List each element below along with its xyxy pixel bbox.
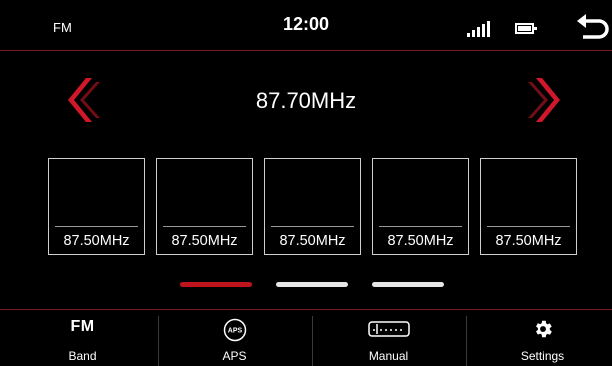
manual-tune-icon — [312, 318, 465, 345]
preset-button[interactable]: 87.50MHz — [156, 158, 253, 255]
svg-text:APS: APS — [227, 328, 242, 335]
preset-button[interactable]: 87.50MHz — [372, 158, 469, 255]
page-indicator[interactable] — [372, 282, 444, 287]
gear-icon — [466, 318, 612, 345]
band-label: Band — [68, 349, 97, 363]
preset-button[interactable]: 87.50MHz — [264, 158, 361, 255]
current-frequency: 87.70MHz — [255, 88, 357, 113]
preset-label: 87.50MHz — [279, 233, 346, 249]
aps-label: APS — [222, 349, 247, 363]
fm-icon: FM — [70, 318, 95, 335]
back-icon[interactable] — [575, 14, 609, 44]
aps-button[interactable]: APS APS — [158, 310, 311, 366]
bottom-bar: FM Band APS APS Manual Settings — [0, 309, 612, 366]
aps-icon: APS — [158, 318, 311, 347]
preset-label: 87.50MHz — [63, 233, 130, 249]
preset-button[interactable]: 87.50MHz — [480, 158, 577, 255]
preset-button[interactable]: 87.50MHz — [48, 158, 145, 255]
preset-label: 87.50MHz — [495, 233, 562, 249]
preset-label: 87.50MHz — [171, 233, 238, 249]
band-button[interactable]: FM Band — [6, 310, 159, 366]
settings-button[interactable]: Settings — [466, 310, 612, 366]
manual-button[interactable]: Manual — [312, 310, 465, 366]
signal-icon — [467, 21, 493, 37]
battery-icon — [515, 23, 537, 34]
chevron-right-icon[interactable] — [524, 78, 564, 122]
preset-label: 87.50MHz — [387, 233, 454, 249]
manual-label: Manual — [368, 349, 409, 363]
status-bar: FM 12:00 — [0, 0, 612, 51]
page-indicator[interactable] — [276, 282, 348, 287]
page-indicator[interactable] — [180, 282, 252, 287]
settings-label: Settings — [520, 349, 565, 363]
